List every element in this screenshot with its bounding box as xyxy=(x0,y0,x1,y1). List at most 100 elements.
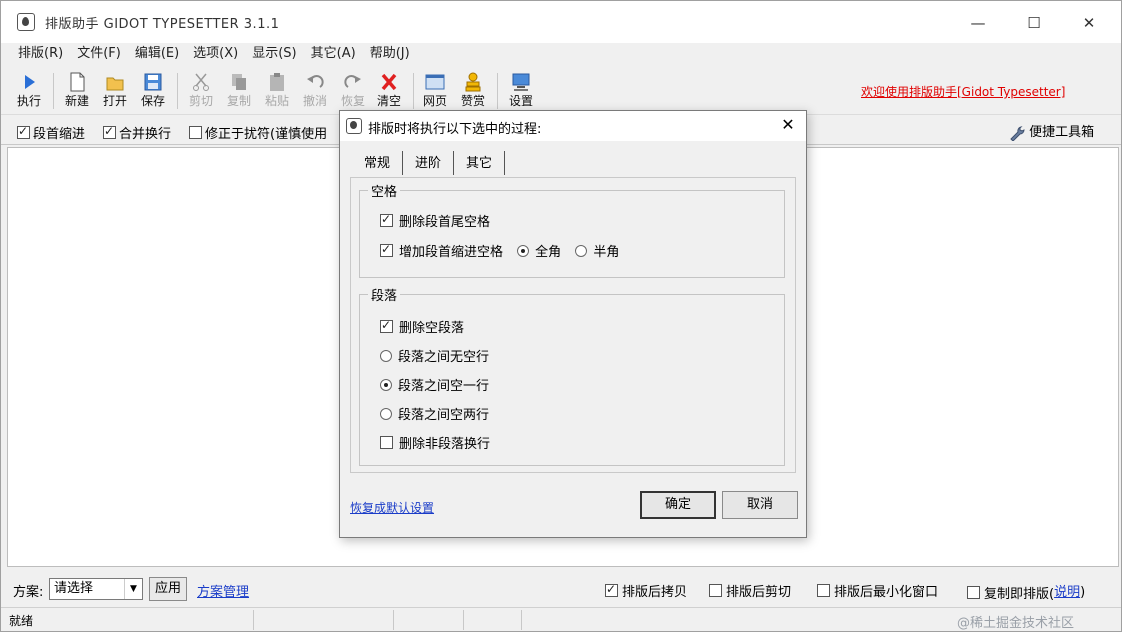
add-indent-checkbox[interactable] xyxy=(380,242,393,257)
chevron-down-icon[interactable]: ▼ xyxy=(124,579,142,599)
menu-help[interactable]: 帮助(J) xyxy=(363,43,417,65)
fix-broken-label: 修正于扰符(谨慎使用 xyxy=(205,127,328,142)
menu-edit[interactable]: 编辑(E) xyxy=(128,43,186,65)
half-width-radio[interactable] xyxy=(575,244,588,257)
remove-nonpara-option[interactable]: 删除非段落换行 xyxy=(380,433,490,452)
new-button[interactable]: 新建 xyxy=(59,69,95,113)
close-paren: ) xyxy=(1080,585,1086,600)
coin-stack-icon xyxy=(463,71,483,93)
scheme-select[interactable]: 请选择 ▼ xyxy=(49,578,143,600)
remove-nonpara-label: 删除非段落换行 xyxy=(399,437,491,452)
tab-other[interactable]: 其它 xyxy=(454,151,506,175)
menu-typeset[interactable]: 排版(R) xyxy=(11,43,70,65)
tab-panel: 空格 删除段首尾空格 增加段首缩进空格 全角 半角 段落 删除空段落 段落之间无… xyxy=(350,177,796,473)
web-button[interactable]: 网页 xyxy=(417,69,453,113)
fix-broken-checkbox[interactable] xyxy=(189,126,202,139)
settings-label: 设置 xyxy=(508,94,533,108)
one-blank-label: 段落之间空一行 xyxy=(398,379,490,394)
undo-button[interactable]: 撤消 xyxy=(297,69,333,113)
one-blank-radio[interactable] xyxy=(380,378,392,391)
cut-after-checkbox[interactable] xyxy=(709,584,722,597)
half-width-label: 半角 xyxy=(593,245,620,260)
copy-then-typeset-option[interactable]: 复制即排版(说明) xyxy=(967,581,1085,602)
save-label: 保存 xyxy=(140,94,165,108)
tab-general[interactable]: 常规 xyxy=(352,151,404,175)
undo-icon xyxy=(305,71,325,93)
wrench-icon xyxy=(1010,125,1025,142)
apply-button[interactable]: 应用 xyxy=(149,577,187,601)
indent-option[interactable]: 段首缩进 xyxy=(17,123,85,142)
web-page-icon xyxy=(425,71,445,93)
menu-options[interactable]: 选项(X) xyxy=(186,43,245,65)
toolbox-label: 便捷工具箱 xyxy=(1029,125,1095,140)
status-text: 就绪 xyxy=(9,614,34,628)
scheme-label: 方案: xyxy=(13,585,44,600)
open-label: 打开 xyxy=(102,94,127,108)
menu-other[interactable]: 其它(A) xyxy=(304,43,363,65)
copy-label: 复制 xyxy=(226,94,251,108)
folder-icon xyxy=(105,71,125,93)
one-blank-option[interactable]: 段落之间空一行 xyxy=(380,375,489,394)
copy-button[interactable]: 复制 xyxy=(221,69,257,113)
cut-after-option[interactable]: 排版后剪切 xyxy=(709,581,791,600)
two-blank-radio[interactable] xyxy=(380,407,392,420)
full-width-radio[interactable] xyxy=(517,244,530,257)
merge-lines-option[interactable]: 合并换行 xyxy=(103,123,171,142)
window-title: 排版助手 GIDOT TYPESETTER 3.1.1 xyxy=(45,17,280,32)
remove-empty-checkbox[interactable] xyxy=(380,318,393,333)
ok-button[interactable]: 确定 xyxy=(640,491,716,519)
indent-checkbox[interactable] xyxy=(17,124,30,139)
fix-broken-option[interactable]: 修正于扰符(谨慎使用 xyxy=(189,123,327,142)
tab-advanced[interactable]: 进阶 xyxy=(403,151,455,175)
add-indent-option[interactable]: 增加段首缩进空格 全角 半角 xyxy=(380,241,619,260)
copy-after-option[interactable]: 排版后拷贝 xyxy=(605,581,687,600)
space-group: 空格 删除段首尾空格 增加段首缩进空格 全角 半角 xyxy=(359,181,785,278)
remove-empty-label: 删除空段落 xyxy=(399,321,465,336)
full-width-label: 全角 xyxy=(535,245,562,260)
merge-lines-checkbox[interactable] xyxy=(103,124,116,139)
settings-button[interactable]: 设置 xyxy=(503,69,539,113)
donate-button[interactable]: 赞赏 xyxy=(455,69,491,113)
toolbox-button[interactable]: 便捷工具箱 xyxy=(1009,121,1095,142)
help-link[interactable]: 说明 xyxy=(1054,585,1080,600)
scheme-management-link[interactable]: 方案管理 xyxy=(197,581,249,600)
restore-default-link[interactable]: 恢复成默认设置 xyxy=(350,499,434,516)
trim-spaces-checkbox[interactable] xyxy=(380,212,393,227)
redo-icon xyxy=(343,71,363,93)
minimize-after-option[interactable]: 排版后最小化窗口 xyxy=(817,581,938,600)
copy-then-typeset-checkbox[interactable] xyxy=(967,586,980,599)
dialog-close-button[interactable]: ✕ xyxy=(776,115,800,134)
close-button[interactable]: ✕ xyxy=(1066,9,1112,37)
menu-file[interactable]: 文件(F) xyxy=(70,43,128,65)
welcome-link[interactable]: 欢迎使用排版助手[Gidot Typesetter] xyxy=(861,83,1065,100)
redo-label: 恢复 xyxy=(340,94,365,108)
paste-icon xyxy=(267,71,287,93)
remove-nonpara-checkbox[interactable] xyxy=(380,436,393,449)
play-icon xyxy=(19,71,39,93)
run-button[interactable]: 执行 xyxy=(11,69,47,113)
no-blank-radio[interactable] xyxy=(380,349,392,362)
cancel-button[interactable]: 取消 xyxy=(722,491,798,519)
copy-after-checkbox[interactable] xyxy=(605,582,618,597)
two-blank-option[interactable]: 段落之间空两行 xyxy=(380,404,489,423)
cut-button[interactable]: 剪切 xyxy=(183,69,219,113)
save-button[interactable]: 保存 xyxy=(135,69,171,113)
remove-empty-option[interactable]: 删除空段落 xyxy=(380,317,464,336)
menu-bar: 排版(R) 文件(F) 编辑(E) 选项(X) 显示(S) 其它(A) 帮助(J… xyxy=(1,43,1121,65)
minimize-button[interactable]: — xyxy=(955,9,1001,37)
web-label: 网页 xyxy=(422,94,447,108)
toolbar: 执行 新建 打开 保存 剪切 复制 粘贴 撤消 恢复 清空 网页 赞赏 设置 欢… xyxy=(1,67,1121,115)
paste-button[interactable]: 粘贴 xyxy=(259,69,295,113)
trim-spaces-option[interactable]: 删除段首尾空格 xyxy=(380,211,490,230)
minimize-after-checkbox[interactable] xyxy=(817,584,830,597)
status-cell xyxy=(393,610,394,630)
redo-button[interactable]: 恢复 xyxy=(335,69,371,113)
menu-display[interactable]: 显示(S) xyxy=(245,43,303,65)
no-blank-option[interactable]: 段落之间无空行 xyxy=(380,346,489,365)
open-button[interactable]: 打开 xyxy=(97,69,133,113)
add-indent-label: 增加段首缩进空格 xyxy=(399,245,504,260)
maximize-button[interactable]: ☐ xyxy=(1011,9,1057,37)
undo-label: 撤消 xyxy=(302,94,327,108)
scheme-select-value: 请选择 xyxy=(54,581,94,596)
clear-button[interactable]: 清空 xyxy=(371,69,407,113)
